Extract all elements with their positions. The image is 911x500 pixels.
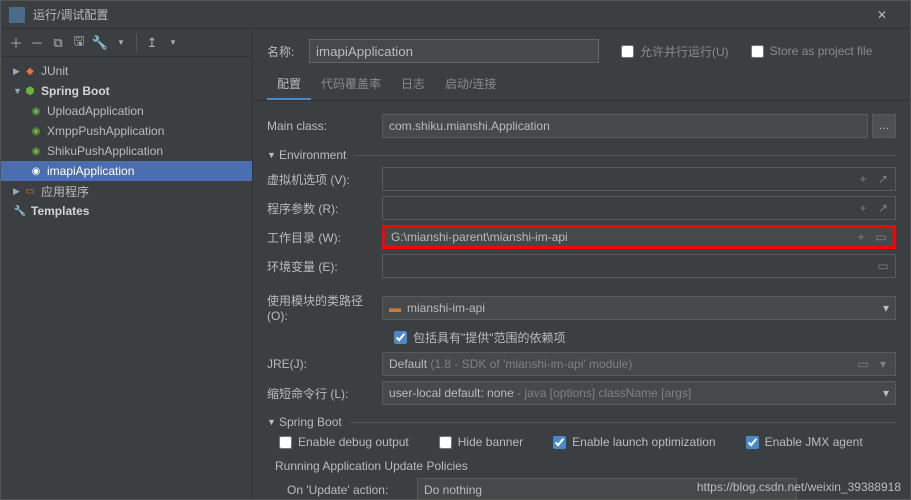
leaf-icon: ◉	[29, 124, 43, 138]
working-dir-input[interactable]: G:\mianshi-parent\mianshi-im-api +▭	[382, 225, 896, 249]
chevron-right-icon: ▶	[13, 66, 23, 77]
jre-label: JRE(J):	[267, 357, 382, 371]
tree-app-0[interactable]: ◉ UploadApplication	[1, 101, 252, 121]
tabs: 配置 代码覆盖率 日志 启动/连接	[253, 69, 910, 101]
environment-section[interactable]: ▼ Environment	[267, 148, 896, 162]
plus-icon[interactable]: +	[855, 201, 871, 215]
tree-label: UploadApplication	[47, 104, 144, 118]
remove-icon[interactable]: －	[28, 34, 46, 52]
tab-connect[interactable]: 启动/连接	[435, 69, 506, 100]
args-label: 程序参数 (R):	[267, 200, 382, 217]
allow-parallel-checkbox[interactable]: 允许并行运行(U)	[621, 43, 729, 60]
config-tree: ▶ ◆ JUnit ▼ ⬢ Spring Boot ◉ UploadApplic…	[1, 57, 252, 499]
junit-icon: ◆	[23, 64, 37, 78]
chevron-down-icon: ▾	[883, 386, 889, 400]
on-update-label: On 'Update' action:	[287, 483, 417, 497]
main-class-input[interactable]: com.shiku.mianshi.Application	[382, 114, 868, 138]
vm-label: 虚拟机选项 (V):	[267, 171, 382, 188]
tree-app-2[interactable]: ◉ ShikuPushApplication	[1, 141, 252, 161]
env-input[interactable]: ▭	[382, 254, 896, 278]
leaf-icon: ◉	[29, 144, 43, 158]
checkbox-label: Store as project file	[770, 44, 873, 58]
tree-label: Spring Boot	[41, 84, 110, 98]
springboot-section[interactable]: ▼ Spring Boot	[267, 415, 896, 429]
browse-button[interactable]: …	[872, 114, 896, 138]
add-icon[interactable]: ＋	[7, 34, 25, 52]
enable-jmx-checkbox[interactable]	[746, 436, 759, 449]
chevron-down-icon[interactable]: ▾	[875, 357, 891, 371]
vm-input[interactable]: +↗	[382, 167, 896, 191]
store-file-checkbox[interactable]: Store as project file	[751, 44, 873, 58]
tab-log[interactable]: 日志	[391, 69, 435, 100]
wd-label: 工作目录 (W):	[267, 229, 382, 246]
tree-label: XmppPushApplication	[47, 124, 164, 138]
hide-banner-checkbox[interactable]	[439, 436, 452, 449]
browse-icon[interactable]: ▭	[875, 259, 891, 273]
chevron-down-icon: ▾	[883, 301, 889, 315]
shorten-label: 缩短命令行 (L):	[267, 385, 382, 402]
app-icon	[9, 7, 25, 23]
folder-icon: ▬	[389, 301, 401, 315]
tree-label: ShikuPushApplication	[47, 144, 163, 158]
tree-label: imapiApplication	[47, 164, 134, 178]
close-icon[interactable]: ✕	[862, 8, 902, 22]
module-label: 使用模块的类路径 (O):	[267, 292, 382, 323]
jre-select[interactable]: Default (1.8 - SDK of 'mianshi-im-api' m…	[382, 352, 896, 376]
checkbox-label: 允许并行运行(U)	[640, 43, 729, 60]
move-up-icon[interactable]: ↥	[143, 34, 161, 52]
wrench-icon[interactable]: 🔧	[91, 34, 109, 52]
name-label: 名称:	[267, 43, 299, 60]
tree-app-1[interactable]: ◉ XmppPushApplication	[1, 121, 252, 141]
leaf-icon: ◉	[29, 164, 43, 178]
tab-config[interactable]: 配置	[267, 69, 311, 100]
tree-label: Templates	[31, 204, 89, 218]
dropdown2-icon[interactable]: ▾	[164, 34, 182, 52]
module-select[interactable]: ▬ mianshi-im-api ▾	[382, 296, 896, 320]
app-programs-icon: ▭	[23, 184, 37, 198]
dropdown-icon[interactable]: ▾	[112, 34, 130, 52]
shorten-select[interactable]: user-local default: none - java [options…	[382, 381, 896, 405]
tree-templates[interactable]: 🔧 Templates	[1, 201, 252, 221]
plus-icon[interactable]: +	[855, 172, 871, 186]
leaf-icon: ◉	[29, 104, 43, 118]
chevron-down-icon: ▼	[267, 150, 279, 160]
window-title: 运行/调试配置	[33, 6, 862, 23]
expand-icon[interactable]: ↗	[875, 172, 891, 186]
tree-springboot[interactable]: ▼ ⬢ Spring Boot	[1, 81, 252, 101]
tree-toolbar: ＋ － ⧉ 🖫 🔧 ▾ ↥ ▾	[1, 29, 252, 57]
chevron-down-icon: ▼	[13, 86, 23, 96]
save-icon[interactable]: 🖫	[70, 34, 88, 52]
plus-icon[interactable]: +	[853, 230, 869, 244]
include-provided-checkbox[interactable]	[394, 331, 407, 344]
policies-label: Running Application Update Policies	[275, 459, 896, 473]
enable-debug-checkbox[interactable]	[279, 436, 292, 449]
name-input[interactable]	[309, 39, 599, 63]
folder-icon[interactable]: ▭	[855, 357, 871, 371]
chevron-right-icon: ▶	[13, 186, 23, 197]
folder-icon[interactable]: ▭	[873, 230, 889, 244]
separator	[136, 34, 137, 52]
tree-label: 应用程序	[41, 183, 89, 200]
enable-launch-checkbox[interactable]	[553, 436, 566, 449]
wrench-icon: 🔧	[13, 204, 27, 218]
copy-icon[interactable]: ⧉	[49, 34, 67, 52]
tree-junit[interactable]: ▶ ◆ JUnit	[1, 61, 252, 81]
watermark: https://blog.csdn.net/weixin_39388918	[697, 480, 901, 494]
tree-label: JUnit	[41, 64, 68, 78]
tab-coverage[interactable]: 代码覆盖率	[311, 69, 391, 100]
checkbox-label: 包括具有"提供"范围的依赖项	[413, 329, 566, 346]
chevron-down-icon: ▼	[267, 417, 279, 427]
tree-app-3[interactable]: ◉ imapiApplication	[1, 161, 252, 181]
tree-appprograms[interactable]: ▶ ▭ 应用程序	[1, 181, 252, 201]
expand-icon[interactable]: ↗	[875, 201, 891, 215]
args-input[interactable]: +↗	[382, 196, 896, 220]
main-class-label: Main class:	[267, 119, 382, 133]
springboot-icon: ⬢	[23, 84, 37, 98]
env-label: 环境变量 (E):	[267, 258, 382, 275]
